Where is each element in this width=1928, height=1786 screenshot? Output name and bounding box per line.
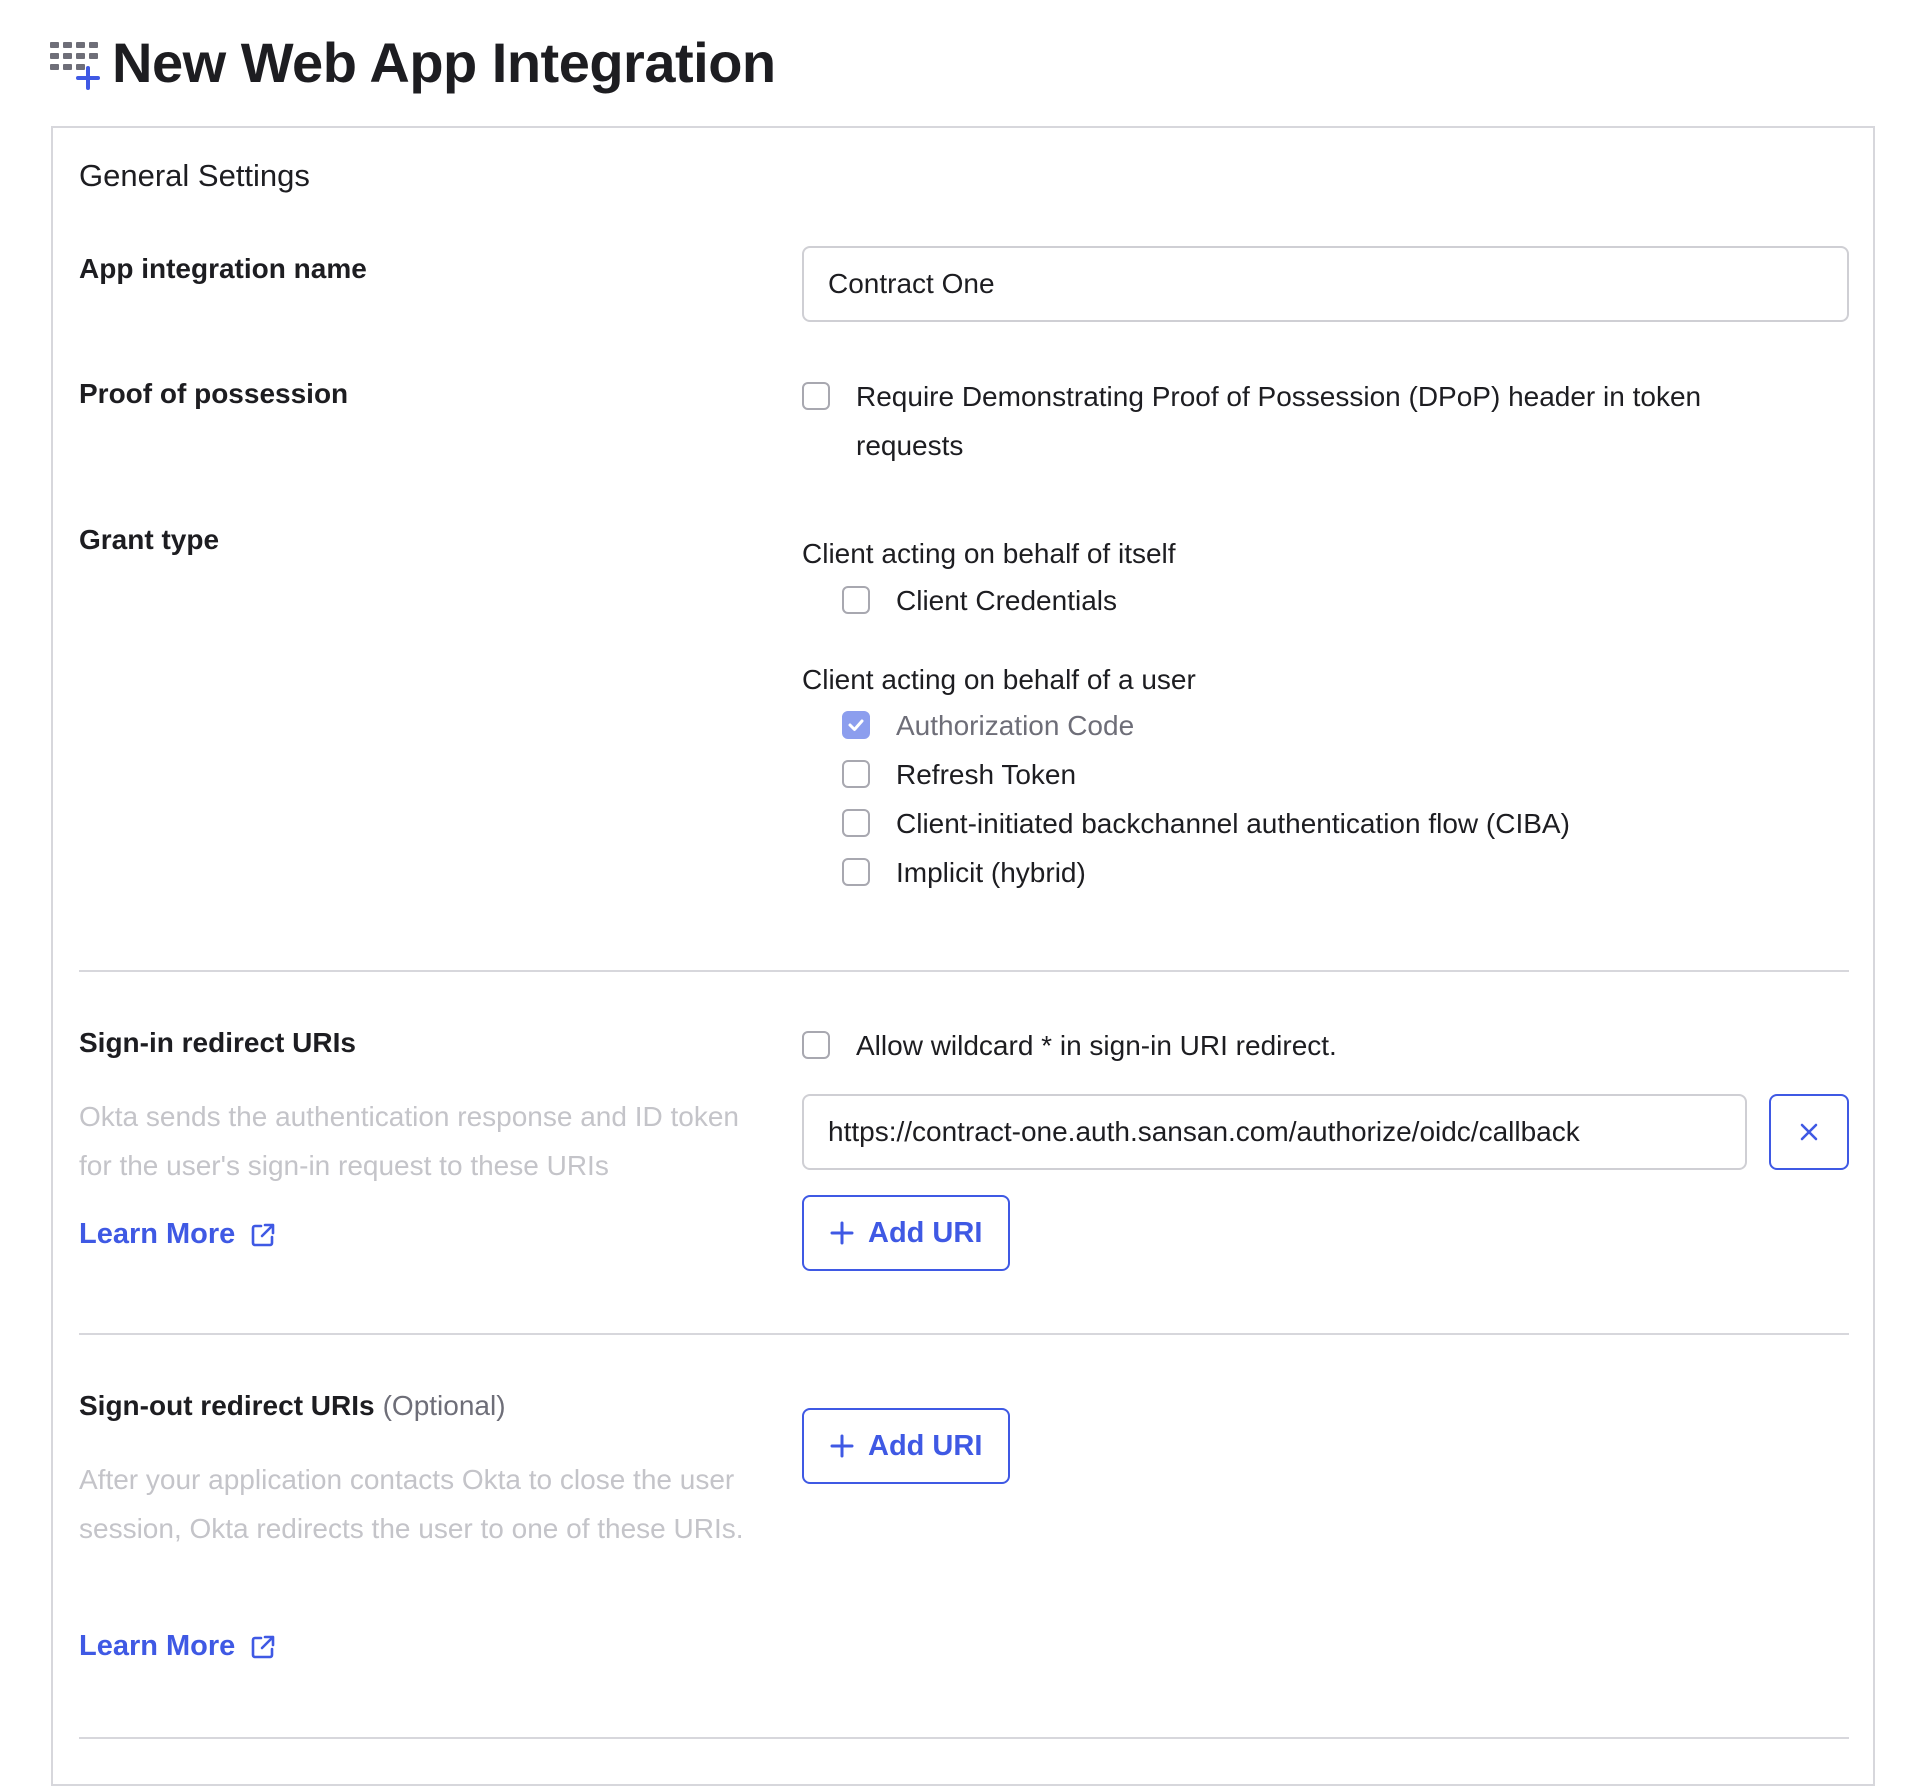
learn-more-label: Learn More — [79, 1630, 236, 1662]
sign-out-redirect-description: After your application contacts Okta to … — [79, 1464, 744, 1544]
client-credentials-checkbox[interactable] — [842, 586, 870, 614]
implicit-hybrid-label: Implicit (hybrid) — [896, 857, 1086, 888]
general-settings-panel: General Settings App integration name Pr… — [51, 126, 1875, 1786]
ciba-option[interactable]: Client-initiated backchannel authenticat… — [842, 799, 1570, 848]
sign-out-learn-more-link[interactable]: Learn More — [79, 1630, 277, 1663]
divider — [79, 970, 1849, 972]
external-link-icon — [252, 1635, 275, 1658]
grant-group-heading-self: Client acting on behalf of itself — [802, 538, 1176, 569]
authorization-code-option: Authorization Code — [842, 701, 1134, 750]
plus-icon — [830, 1221, 854, 1245]
add-uri-label: Add URI — [868, 1429, 983, 1462]
app-grid-add-icon — [50, 42, 100, 90]
app-name-label: App integration name — [79, 253, 367, 284]
external-link-icon — [252, 1223, 275, 1246]
sign-out-redirect-title: Sign-out redirect URIs — [79, 1390, 375, 1421]
refresh-token-option[interactable]: Refresh Token — [842, 750, 1076, 799]
sign-in-add-uri-button[interactable]: Add URI — [802, 1195, 1011, 1271]
sign-out-add-uri-button[interactable]: Add URI — [802, 1408, 1011, 1484]
implicit-hybrid-checkbox[interactable] — [842, 858, 870, 886]
implicit-hybrid-option[interactable]: Implicit (hybrid) — [842, 848, 1086, 897]
proof-of-possession-label: Proof of possession — [79, 378, 349, 409]
plus-icon — [830, 1434, 854, 1458]
learn-more-label: Learn More — [79, 1218, 236, 1250]
sign-out-redirect-label: Sign-out redirect URIs (Optional) — [79, 1390, 506, 1422]
divider — [79, 1737, 1849, 1739]
sign-in-learn-more-link[interactable]: Learn More — [79, 1218, 277, 1251]
sign-in-redirect-description: Okta sends the authentication response a… — [79, 1101, 739, 1181]
section-title: General Settings — [79, 158, 310, 193]
dpop-label: Require Demonstrating Proof of Possessio… — [856, 381, 1702, 461]
client-credentials-option[interactable]: Client Credentials — [842, 576, 1117, 625]
page-title: New Web App Integration — [112, 30, 776, 94]
authorization-code-label: Authorization Code — [896, 710, 1135, 741]
refresh-token-checkbox[interactable] — [842, 760, 870, 788]
remove-uri-button[interactable] — [1769, 1094, 1849, 1170]
ciba-label: Client-initiated backchannel authenticat… — [896, 808, 1570, 839]
page-header: New Web App Integration — [50, 22, 776, 102]
sign-in-redirect-label: Sign-in redirect URIs — [79, 1027, 356, 1058]
divider — [79, 1333, 1849, 1335]
wildcard-option[interactable]: Allow wildcard * in sign-in URI redirect… — [802, 1021, 1337, 1070]
sign-in-uri-input[interactable] — [802, 1094, 1747, 1170]
ciba-checkbox[interactable] — [842, 809, 870, 837]
optional-tag: (Optional) — [382, 1390, 506, 1421]
close-icon — [1800, 1123, 1818, 1141]
authorization-code-checkbox — [842, 711, 870, 739]
app-name-input[interactable] — [802, 246, 1849, 322]
refresh-token-label: Refresh Token — [896, 759, 1077, 790]
wildcard-checkbox[interactable] — [802, 1031, 830, 1059]
dpop-option[interactable]: Require Demonstrating Proof of Possessio… — [802, 372, 1802, 470]
wildcard-label: Allow wildcard * in sign-in URI redirect… — [856, 1030, 1337, 1061]
client-credentials-label: Client Credentials — [896, 585, 1117, 616]
grant-type-label: Grant type — [79, 524, 220, 555]
check-icon — [848, 719, 864, 731]
grant-group-heading-user: Client acting on behalf of a user — [802, 664, 1196, 695]
dpop-checkbox[interactable] — [802, 382, 830, 410]
add-uri-label: Add URI — [868, 1216, 983, 1249]
